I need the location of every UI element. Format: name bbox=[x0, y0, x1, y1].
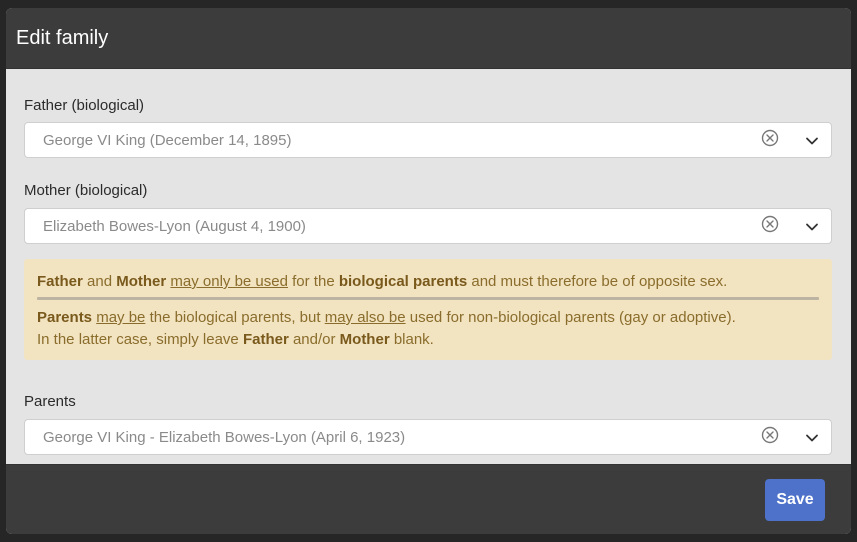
father-select[interactable]: George VI King (December 14, 1895) bbox=[24, 122, 832, 158]
clear-father-icon[interactable] bbox=[761, 129, 779, 147]
notice-text: and/or bbox=[288, 331, 340, 348]
notice-father-term: Father bbox=[37, 273, 83, 290]
notice-parents-term: Parents bbox=[37, 309, 93, 326]
notice-line-3: In the latter case, simply leave Father … bbox=[37, 329, 819, 351]
father-value: George VI King (December 14, 1895) bbox=[43, 131, 292, 149]
notice-line-2: Parents may be the biological parents, b… bbox=[37, 307, 819, 329]
notice-text: for the bbox=[287, 273, 339, 290]
save-button[interactable]: Save bbox=[765, 479, 825, 521]
clear-mother-icon[interactable] bbox=[761, 215, 779, 233]
chevron-down-icon[interactable] bbox=[805, 220, 819, 234]
notice-mother-term: Mother bbox=[339, 331, 390, 348]
modal-body: Father (biological) George VI King (Dece… bbox=[6, 69, 851, 464]
parents-label: Parents bbox=[24, 393, 76, 410]
parents-value: George VI King - Elizabeth Bowes-Lyon (A… bbox=[43, 428, 406, 446]
notice-text: and bbox=[82, 273, 117, 290]
parents-select[interactable]: George VI King - Elizabeth Bowes-Lyon (A… bbox=[24, 419, 832, 455]
modal-footer: Save bbox=[6, 464, 851, 534]
notice-bio-parents-term: biological parents bbox=[338, 273, 468, 290]
notice-text: the biological parents, but bbox=[145, 309, 325, 326]
mother-label: Mother (biological) bbox=[24, 182, 148, 199]
father-label: Father (biological) bbox=[24, 97, 145, 114]
edit-family-modal: Edit family Father (biological) George V… bbox=[6, 8, 851, 534]
notice-emphasis: may be bbox=[96, 309, 146, 326]
chevron-down-icon[interactable] bbox=[805, 134, 819, 148]
notice-father-term: Father bbox=[242, 331, 289, 348]
notice-text: blank. bbox=[389, 331, 434, 348]
notice-emphasis: may only be used bbox=[170, 273, 288, 290]
mother-value: Elizabeth Bowes-Lyon (August 4, 1900) bbox=[43, 217, 306, 235]
notice-emphasis: may also be bbox=[324, 309, 406, 326]
notice-text: and must therefore be of opposite sex. bbox=[467, 273, 728, 290]
modal-title: Edit family bbox=[16, 26, 109, 49]
mother-select[interactable]: Elizabeth Bowes-Lyon (August 4, 1900) bbox=[24, 208, 832, 244]
notice-line-1: Father and Mother may only be used for t… bbox=[37, 271, 819, 293]
modal-header: Edit family bbox=[6, 8, 851, 69]
notice-mother-term: Mother bbox=[116, 273, 167, 290]
chevron-down-icon[interactable] bbox=[805, 431, 819, 445]
clear-parents-icon[interactable] bbox=[761, 426, 779, 444]
parents-notice: Father and Mother may only be used for t… bbox=[24, 259, 832, 360]
notice-divider bbox=[37, 297, 819, 300]
notice-text: used for non-biological parents (gay or … bbox=[405, 309, 736, 326]
notice-text: In the latter case, simply leave bbox=[37, 331, 243, 348]
